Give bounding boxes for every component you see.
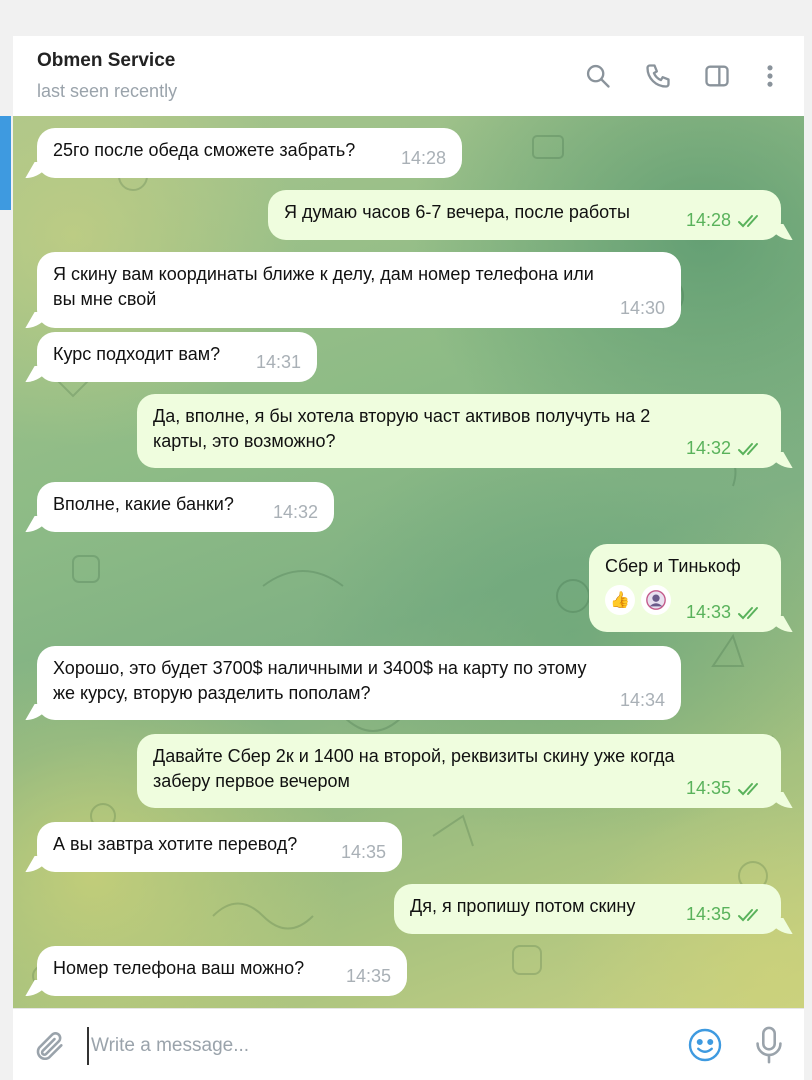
message-meta: 14:31 (256, 350, 301, 375)
message-time: 14:32 (272, 502, 318, 522)
emoji-icon (688, 1028, 722, 1062)
message-meta: 14:35 (346, 964, 391, 989)
chat-header: Obmen Service last seen recently (13, 36, 804, 117)
reaction-avatar[interactable] (641, 585, 671, 615)
message-bubble-incoming[interactable]: Вполне, какие банки? 14:32 (37, 482, 334, 532)
message-time: 14:30 (619, 298, 665, 318)
message-bubble-incoming[interactable]: А вы завтра хотите перевод? 14:35 (37, 822, 402, 872)
thumbs-up-reaction[interactable]: 👍 (605, 585, 635, 615)
voice-message-button[interactable] (751, 1025, 787, 1065)
message-bubble-outgoing[interactable]: Дя, я пропишу потом скину 14:35 (394, 884, 781, 934)
microphone-icon (756, 1026, 782, 1064)
chat-list-selection-accent (0, 116, 11, 210)
message-text: 25го после обеда сможете забрать? (53, 140, 356, 160)
call-button[interactable] (642, 60, 674, 92)
sidebar-toggle-icon (705, 65, 729, 87)
message-time: 14:33 (685, 602, 731, 622)
message-text: Дя, я пропишу потом скину (410, 896, 636, 916)
more-vertical-icon (767, 65, 773, 87)
message-bubble-outgoing[interactable]: Сбер и Тинькоф 👍 14:33 (589, 544, 781, 632)
message-text: Давайте Сбер 2к и 1400 на второй, реквиз… (153, 746, 675, 791)
read-ticks-icon (738, 442, 758, 455)
read-ticks-icon (738, 908, 758, 921)
message-bubble-incoming[interactable]: Номер телефона ваш можно? 14:35 (37, 946, 407, 996)
message-time: 14:35 (345, 966, 391, 986)
read-ticks-icon (738, 782, 758, 795)
chat-area[interactable]: 25го после обеда сможете забрать? 14:28 … (13, 116, 804, 1008)
phone-icon (646, 64, 670, 88)
message-time: 14:28 (400, 148, 446, 168)
message-text: Вполне, какие банки? (53, 494, 234, 514)
search-button[interactable] (582, 60, 614, 92)
attach-button[interactable] (33, 1029, 67, 1063)
message-time: 14:35 (685, 904, 731, 924)
paperclip-icon (36, 1032, 63, 1061)
more-options-button[interactable] (754, 60, 786, 92)
message-meta: 14:34 (620, 688, 665, 713)
message-meta: 14:35 (686, 776, 765, 801)
message-meta: 14:32 (273, 500, 318, 525)
search-icon (586, 64, 610, 88)
message-text: Номер телефона ваш можно? (53, 958, 305, 978)
message-bubble-incoming[interactable]: Я скину вам координаты ближе к делу, дам… (37, 252, 681, 328)
message-text: Я думаю часов 6-7 вечера, после работы (284, 202, 630, 222)
message-meta: 14:28 (686, 208, 765, 233)
read-ticks-icon (738, 214, 758, 227)
message-time: 14:32 (685, 438, 731, 458)
message-meta: 14:33 (686, 600, 765, 625)
message-text: Сбер и Тинькоф (605, 556, 741, 576)
message-bubble-outgoing[interactable]: Давайте Сбер 2к и 1400 на второй, реквиз… (137, 734, 781, 808)
message-meta: 14:28 (401, 146, 446, 171)
message-time: 14:28 (685, 210, 731, 230)
user-avatar-icon (646, 590, 666, 610)
message-meta: 14:32 (686, 436, 765, 461)
sidebar-toggle-button[interactable] (701, 60, 733, 92)
message-meta: 14:35 (341, 840, 386, 865)
message-meta: 14:35 (686, 902, 765, 927)
message-composer (13, 1008, 804, 1080)
message-time: 14:35 (685, 778, 731, 798)
message-text: Да, вполне, я бы хотела вторую част акти… (153, 406, 651, 451)
message-input[interactable] (87, 1027, 653, 1065)
message-bubble-outgoing[interactable]: Да, вполне, я бы хотела вторую част акти… (137, 394, 781, 468)
emoji-button[interactable] (687, 1027, 723, 1063)
message-bubble-outgoing[interactable]: Я думаю часов 6-7 вечера, после работы 1… (268, 190, 781, 240)
read-ticks-icon (738, 606, 758, 619)
message-bubble-incoming[interactable]: 25го после обеда сможете забрать? 14:28 (37, 128, 462, 178)
chat-status: last seen recently (37, 81, 178, 101)
message-time: 14:31 (255, 352, 301, 372)
message-text: А вы завтра хотите перевод? (53, 834, 298, 854)
message-time: 14:34 (619, 690, 665, 710)
message-bubble-incoming[interactable]: Курс подходит вам? 14:31 (37, 332, 317, 382)
message-meta: 14:30 (620, 296, 665, 321)
message-text: Курс подходит вам? (53, 344, 221, 364)
top-strip (0, 0, 812, 36)
chat-window: Obmen Service last seen recently 25го по… (13, 36, 804, 1080)
message-text: Я скину вам координаты ближе к делу, дам… (53, 264, 594, 309)
message-text: Хорошо, это будет 3700$ наличными и 3400… (53, 658, 587, 703)
message-time: 14:35 (340, 842, 386, 862)
chat-title[interactable]: Obmen Service (37, 50, 175, 72)
message-bubble-incoming[interactable]: Хорошо, это будет 3700$ наличными и 3400… (37, 646, 681, 720)
